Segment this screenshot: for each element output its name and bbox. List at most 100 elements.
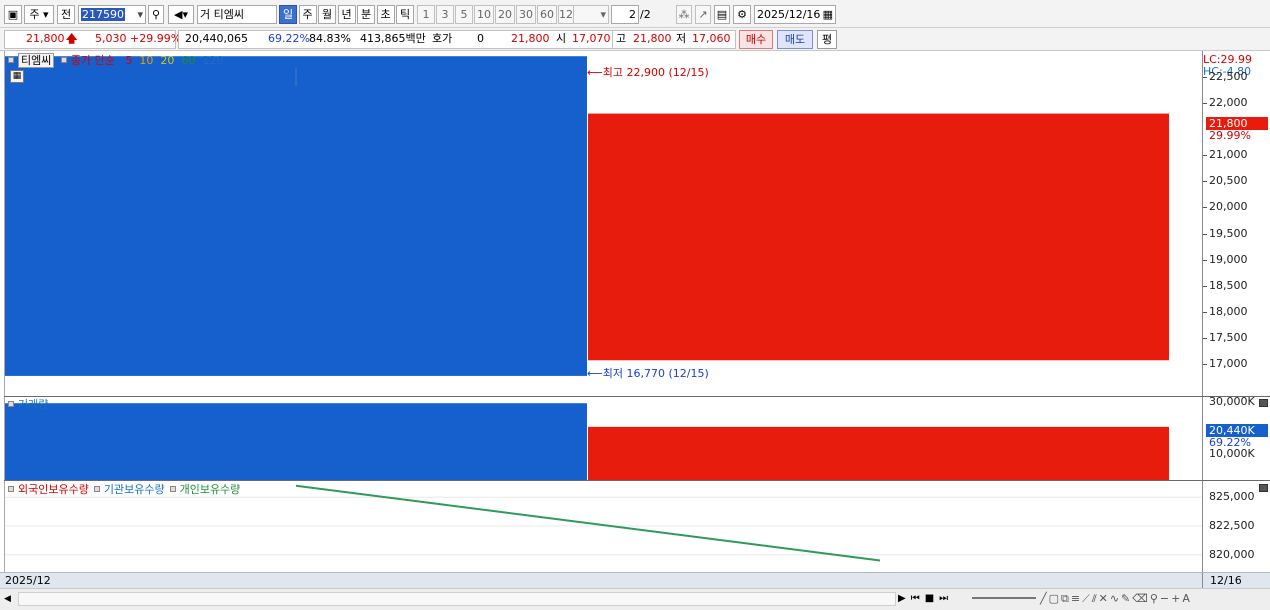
zoom-slider[interactable] <box>972 597 1036 599</box>
interval-dropdown[interactable]: ▾ <box>573 5 609 24</box>
interval-tab-0[interactable]: 1 <box>417 5 435 24</box>
chart-area[interactable]: 티엠씨 종가 단순 5 10 20 60 120 ▦ ⟵최고 22,900 (12/15… <box>4 51 1203 572</box>
bottom-toolbar: ◀ ▶⏮■⏭ ╱▢⧉≡⟋⫽✕∿✎⌫⚲−+A <box>0 588 1270 610</box>
zoom-icon[interactable]: ⚲ <box>1150 592 1160 605</box>
price-tick-label: 17,000 <box>1209 356 1248 370</box>
stock-code-input[interactable]: 217590 ▾ <box>78 5 146 24</box>
wave-tool-icon[interactable]: ∿ <box>1110 592 1121 605</box>
period-tab-5[interactable]: 초 <box>376 5 395 24</box>
panel-divider[interactable] <box>4 396 1270 397</box>
text-tool-icon[interactable]: A <box>1182 592 1192 605</box>
toolbar: ▣ 주 ▾ 전 217590 ▾ ⚲ ◀▾ 거 티엠씨 일주월년분초틱 1 3 5 10… <box>0 0 1270 28</box>
candle-12/15 <box>5 56 587 376</box>
ask-price: 21,800 <box>511 32 550 45</box>
price-tick-label: 22,500 <box>1209 70 1248 84</box>
table-icon[interactable]: ▦ <box>10 70 24 83</box>
interval-tab-6[interactable]: 60 <box>537 5 557 24</box>
line-tool-icon[interactable]: ╱ <box>1040 592 1049 605</box>
save-icon[interactable]: ▤ <box>714 5 730 24</box>
search-icon[interactable]: ⚲ <box>148 5 164 24</box>
ma-period-3[interactable]: 60 <box>181 54 195 67</box>
link-icon[interactable]: ⁂ <box>676 5 692 24</box>
erase-tool-icon[interactable]: ⌫ <box>1132 592 1150 605</box>
ma-period-4[interactable]: 120 <box>202 54 223 67</box>
period-tab-4[interactable]: 분 <box>357 5 375 24</box>
candle-12/16 <box>588 113 1169 361</box>
pen-tool-icon[interactable]: ✎ <box>1121 592 1132 605</box>
left-arrow-icon: ⟵ <box>587 66 603 79</box>
period-tab-0[interactable]: 일 <box>279 5 297 24</box>
interval-tab-1[interactable]: 3 <box>436 5 454 24</box>
box-tool-icon[interactable]: ▢ <box>1049 592 1061 605</box>
type-dropdown[interactable]: 주 ▾ <box>24 5 54 24</box>
amount-value: 413,865백만 <box>360 32 426 45</box>
prev-button[interactable]: 전 <box>57 5 75 24</box>
ma-period-0[interactable]: 5 <box>125 54 132 67</box>
series-toggle-icon[interactable] <box>8 486 14 492</box>
rewind-icon[interactable]: ⏮ <box>911 593 925 604</box>
holdings-series-2: 개인보유수량 <box>179 483 241 496</box>
cross-tool-icon[interactable]: ✕ <box>1099 592 1110 605</box>
tick-mark <box>1203 285 1207 287</box>
tick-mark <box>1203 155 1207 157</box>
period-tab-3[interactable]: 년 <box>337 5 356 24</box>
interval-tab-5[interactable]: 30 <box>516 5 536 24</box>
buy-button[interactable]: 매수 <box>739 30 773 49</box>
interval-tab-2[interactable]: 5 <box>455 5 473 24</box>
play-icon[interactable]: ▶ <box>898 593 911 604</box>
calendar-icon[interactable]: ▦ <box>823 6 833 23</box>
quote-bar: 21,800 🡅 5,030 +29.99% 20,440,065 69.22%… <box>0 28 1270 51</box>
series-toggle-icon[interactable] <box>93 486 100 492</box>
price-legend: 티엠씨 종가 단순 5 10 20 60 120 <box>8 53 223 68</box>
stock-name: 티엠씨 <box>213 8 244 21</box>
ma-period-2[interactable]: 20 <box>160 54 174 67</box>
stock-name-field[interactable]: 거 티엠씨 <box>197 5 277 24</box>
ma-toggle-icon[interactable] <box>60 57 67 63</box>
interval-tab-3[interactable]: 10 <box>474 5 494 24</box>
copy-tool-icon[interactable]: ⧉ <box>1061 592 1071 605</box>
price-change: 5,030 <box>95 32 127 45</box>
scroll-left-icon[interactable]: ◀ <box>4 592 18 606</box>
panel-toggle-icon[interactable] <box>8 57 14 63</box>
page-input[interactable]: 2 <box>611 5 639 24</box>
drawing-tools[interactable]: ╱▢⧉≡⟋⫽✕∿✎⌫⚲−+A <box>1040 591 1192 607</box>
plus-icon[interactable]: + <box>1171 592 1182 605</box>
trend-tool-icon[interactable]: ⟋ <box>1082 592 1092 605</box>
volume-legend: 거래량 <box>8 398 48 411</box>
panel-toggle-icon[interactable] <box>8 401 14 407</box>
horizontal-scrollbar[interactable] <box>18 592 896 606</box>
low-label: 저 <box>676 32 687 45</box>
date-input[interactable]: 2025/12/16 ▦ <box>754 5 836 24</box>
low-value: 17,060 <box>692 32 731 45</box>
tools-icon[interactable]: ↗ <box>695 5 711 24</box>
channel-tool-icon[interactable]: ⫽ <box>1092 592 1099 605</box>
price-tick-label: 20,500 <box>1209 174 1248 188</box>
period-tab-6[interactable]: 틱 <box>396 5 414 24</box>
current-price: 21,800 <box>26 32 65 45</box>
period-tab-2[interactable]: 월 <box>318 5 336 24</box>
gear-icon[interactable]: ⚙ <box>733 5 751 24</box>
maximize-icon[interactable] <box>1259 484 1268 492</box>
high-note-text: 최고 22,900 (12/15) <box>602 66 709 79</box>
period-tab-1[interactable]: 주 <box>298 5 317 24</box>
ma-period-1[interactable]: 10 <box>139 54 153 67</box>
stock-code-value: 217590 <box>81 8 125 21</box>
stop-icon[interactable]: ■ <box>925 593 939 604</box>
maximize-icon[interactable] <box>1259 399 1268 407</box>
interval-tab-4[interactable]: 20 <box>495 5 515 24</box>
series-toggle-icon[interactable] <box>169 486 176 492</box>
holdings-tick-label: 825,000 <box>1209 490 1255 504</box>
eval-button[interactable]: 평 <box>817 30 837 49</box>
volume-bar-12/15 <box>5 403 587 480</box>
minus-icon[interactable]: − <box>1160 592 1171 605</box>
playback-controls[interactable]: ▶⏮■⏭ <box>898 591 953 607</box>
fast-forward-icon[interactable]: ⏭ <box>939 593 953 604</box>
speaker-icon[interactable]: ◀▾ <box>168 5 194 24</box>
volume-ratio: 69.22% <box>268 32 310 45</box>
panel-divider[interactable] <box>4 480 1270 481</box>
window-layout-icon[interactable]: ▣ <box>4 5 22 24</box>
sell-button[interactable]: 매도 <box>777 30 813 49</box>
tick-mark <box>1203 103 1207 105</box>
fib-tool-icon[interactable]: ≡ <box>1071 592 1082 605</box>
holdings-series-1: 기관보유수량 <box>103 483 165 496</box>
